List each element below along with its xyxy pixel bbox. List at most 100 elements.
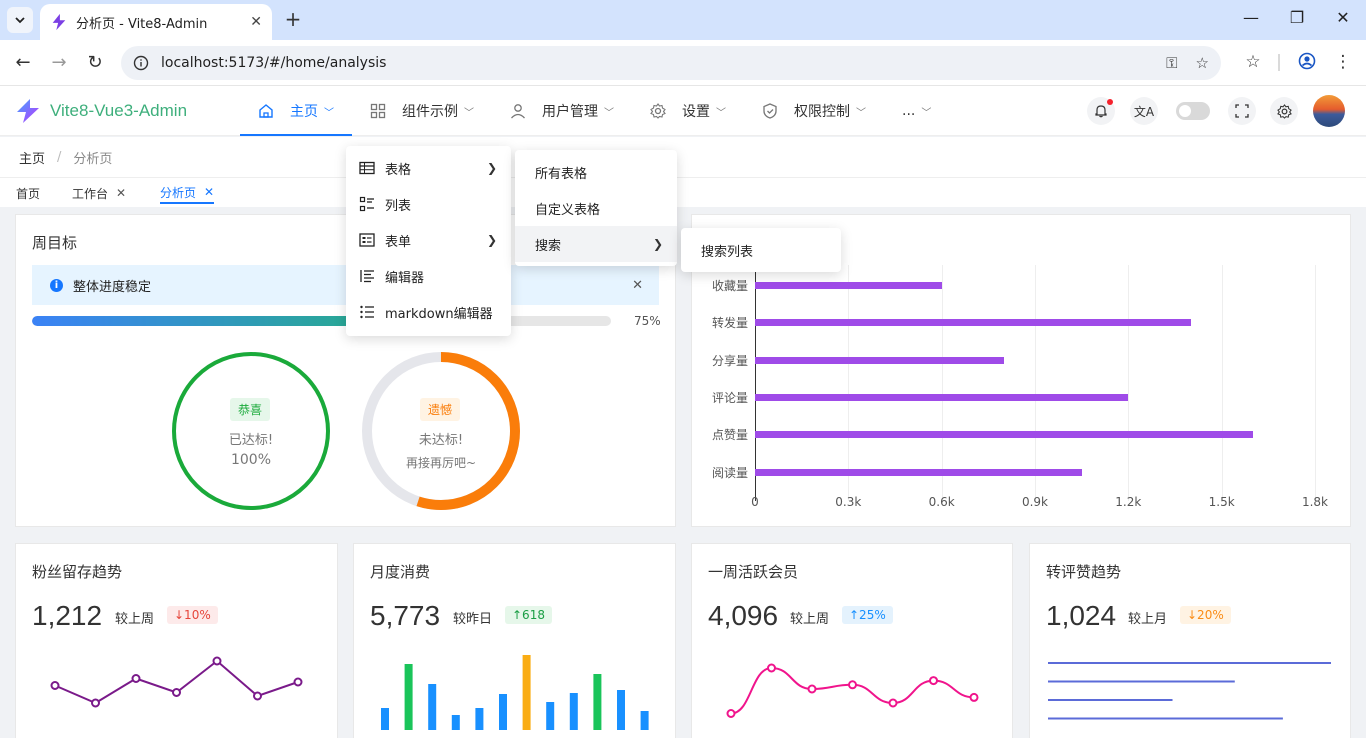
weekly-active-line-chart <box>726 663 979 718</box>
x-gridline <box>755 265 756 501</box>
theme-toggle[interactable] <box>1176 102 1210 120</box>
app-logo[interactable]: Vite8-Vue3-Admin <box>14 97 187 125</box>
y-category-label: 阅读量 <box>711 465 748 480</box>
minimize-icon[interactable]: — <box>1239 8 1263 27</box>
menu-item-label: 编辑器 <box>385 270 425 286</box>
tab-search-button[interactable] <box>7 7 33 33</box>
page-tab-label: 分析页 <box>160 185 197 200</box>
fullscreen-button[interactable] <box>1228 97 1256 125</box>
nav-settings-label: 设置 <box>682 104 710 120</box>
card-title: 月度消费 <box>370 563 431 581</box>
bar <box>755 319 1191 327</box>
nav-more[interactable]: ... ﹀ <box>884 86 949 136</box>
browser-tab[interactable]: 分析页 - Vite8-Admin ✕ <box>40 4 272 40</box>
more-menu-icon[interactable]: ⋮ <box>1332 52 1354 72</box>
menu-item-list[interactable]: 列表 <box>346 186 511 222</box>
bar <box>451 715 460 730</box>
menu-item-form[interactable]: 表单 ❯ <box>346 222 511 258</box>
bar <box>499 694 507 730</box>
monthly-spend-bar-chart <box>381 655 649 730</box>
fullscreen-icon <box>1235 104 1249 118</box>
page-tab-home[interactable]: 首页 <box>16 182 40 204</box>
gear-icon <box>1276 103 1292 119</box>
site-info-icon[interactable] <box>133 55 149 71</box>
bookmark-star-icon[interactable]: ☆ <box>1196 54 1209 72</box>
menu-item-label: 表单 <box>385 234 412 250</box>
forward-arrow-icon[interactable]: → <box>48 52 70 74</box>
menu-item-editor[interactable]: 编辑器 <box>346 258 511 294</box>
fan-retention-line-chart <box>50 656 303 708</box>
restore-icon[interactable]: ❐ <box>1285 8 1309 27</box>
y-category-label: 转发量 <box>711 316 748 331</box>
breadcrumb-separator: / <box>57 149 62 165</box>
bar <box>755 468 1082 476</box>
data-point <box>131 674 141 683</box>
nav-components-label: 组件示例 <box>402 104 458 120</box>
user-avatar[interactable] <box>1313 95 1345 127</box>
shield-icon <box>763 103 777 119</box>
submenu-item-custom-table[interactable]: 自定义表格 <box>515 190 677 226</box>
stat-value: 1,024 <box>1046 600 1117 631</box>
notification-bell-button[interactable] <box>1087 97 1115 125</box>
menu-item-label: markdown编辑器 <box>385 306 493 322</box>
data-point <box>807 684 817 694</box>
form-icon <box>359 233 375 247</box>
nav-home[interactable]: 主页 ﹀ <box>240 86 352 136</box>
chevron-down-icon: ﹀ <box>716 107 726 119</box>
back-arrow-icon[interactable]: ← <box>12 52 34 74</box>
stat-compare: 较上周 <box>115 612 155 627</box>
nav-user-management[interactable]: 用户管理 ﹀ <box>492 86 632 136</box>
breadcrumb: 主页 / 分析页 <box>0 137 1366 177</box>
close-icon[interactable]: ✕ <box>116 186 126 200</box>
nav-components[interactable]: 组件示例 ﹀ <box>352 86 492 136</box>
close-tab-icon[interactable]: ✕ <box>250 14 262 30</box>
close-icon[interactable]: ✕ <box>632 278 643 293</box>
data-point <box>212 656 222 666</box>
url-bar[interactable]: localhost:5173/#/home/analysis ⚿ ☆ <box>121 46 1221 80</box>
ring2-text: 未达标! <box>418 433 464 448</box>
menu-item-label: 列表 <box>385 198 412 214</box>
translate-button[interactable]: 文A <box>1130 97 1158 125</box>
profile-icon[interactable] <box>1296 52 1318 75</box>
close-window-icon[interactable]: ✕ <box>1331 8 1355 27</box>
menu-item-table[interactable]: 表格 ❯ <box>346 150 511 186</box>
page-tab-label: 工作台 <box>72 186 109 201</box>
close-icon[interactable]: ✕ <box>204 185 214 199</box>
x-gridline <box>1035 265 1036 501</box>
data-point <box>767 663 776 673</box>
submenu-item-search[interactable]: 搜索 ❯ <box>515 226 677 262</box>
chevron-down-icon: ﹀ <box>856 107 866 119</box>
x-gridline <box>1128 265 1130 501</box>
submenu-item-all-tables[interactable]: 所有表格 <box>515 154 677 190</box>
nav-permissions[interactable]: 权限控制 ﹀ <box>744 86 884 136</box>
menu-item-label: 自定义表格 <box>535 202 601 218</box>
chevron-down-icon: ﹀ <box>921 107 932 119</box>
stat-value: 5,773 <box>370 600 441 631</box>
y-category-label: 评论量 <box>711 390 748 405</box>
x-tick-label: 0.9k <box>1021 495 1049 509</box>
stat-change-badge: ↓10% <box>167 606 218 624</box>
card-title: 周目标 <box>32 234 78 252</box>
nav-settings[interactable]: 设置 ﹀ <box>632 86 744 136</box>
new-tab-button[interactable]: + <box>282 8 304 30</box>
password-key-icon[interactable]: ⚿ <box>1166 54 1177 72</box>
info-icon: i <box>50 278 63 292</box>
submenu-item-search-list[interactable]: 搜索列表 <box>681 232 841 268</box>
page-tab-workbench[interactable]: 工作台 ✕ <box>72 182 126 204</box>
page-tab-analysis[interactable]: 分析页 ✕ <box>160 182 215 204</box>
stat-compare: 较上月 <box>1128 612 1168 627</box>
bookmarks-icon[interactable]: ☆ <box>1242 52 1264 72</box>
x-tick-label: 1.5k <box>1208 495 1235 509</box>
reload-icon[interactable]: ↻ <box>84 52 106 74</box>
nav-more-label: ... <box>902 103 916 119</box>
settings-button[interactable] <box>1270 97 1298 125</box>
browser-tab-bar: 分析页 - Vite8-Admin ✕ + — ❐ ✕ <box>0 0 1366 40</box>
x-tick-label: 0.6k <box>928 495 955 509</box>
notification-dot <box>1107 99 1113 105</box>
stat-value: 1,212 <box>32 600 103 631</box>
menu-item-markdown-editor[interactable]: markdown编辑器 <box>346 294 511 330</box>
breadcrumb-home[interactable]: 主页 <box>19 148 45 167</box>
url-text[interactable]: localhost:5173/#/home/analysis <box>161 55 1148 71</box>
data-point <box>293 677 303 687</box>
app-header: Vite8-Vue3-Admin 主页 ﹀ 组件示例 ﹀ 用户管理 ﹀ 设置 ﹀… <box>0 86 1366 136</box>
